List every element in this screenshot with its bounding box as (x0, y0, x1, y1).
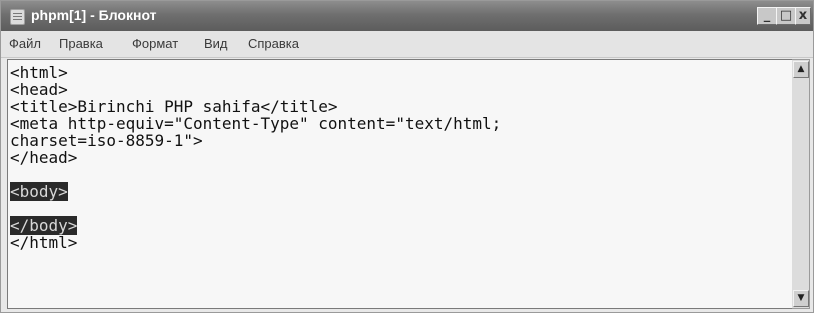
notepad-icon (10, 9, 25, 25)
code-line-empty (10, 200, 501, 217)
code-line: <head> (10, 80, 68, 99)
window-title: phpm[1] - Блокнот (31, 7, 157, 23)
code-line-empty (10, 166, 501, 183)
menu-format[interactable]: Формат (132, 36, 178, 51)
code-line: <title>Birinchi PHP sahifa</title> (10, 97, 338, 116)
menu-help[interactable]: Справка (248, 36, 299, 51)
code-line: <html> (10, 63, 68, 82)
minimize-button[interactable]: _ (757, 7, 777, 25)
arrow-down-icon[interactable]: ▼ (793, 290, 809, 307)
code-line-body-open: <body> (10, 182, 501, 201)
notepad-window: phpm[1] - Блокнот _ □ x Файл Правка Форм… (0, 0, 814, 313)
text-editor-area[interactable]: <html> <head> <title>Birinchi PHP sahifa</… (7, 59, 793, 309)
title-bar[interactable]: phpm[1] - Блокнот _ □ x (1, 1, 813, 31)
code-line-body-close: </body> (10, 216, 501, 235)
menu-bar: Файл Правка Формат Вид Справка (1, 31, 813, 58)
menu-edit[interactable]: Правка (59, 36, 103, 51)
code-line: <meta http-equiv="Content-Type" content=… (10, 114, 502, 133)
code-text[interactable]: <html> <head> <title>Birinchi PHP sahifa</… (10, 64, 501, 251)
code-line: </html> (10, 233, 78, 252)
close-button[interactable]: x (795, 7, 811, 25)
code-line: charset=iso-8859-1"> (10, 131, 203, 150)
code-line: </head> (10, 148, 78, 167)
maximize-button[interactable]: □ (776, 7, 796, 25)
arrow-up-icon[interactable]: ▲ (793, 61, 809, 78)
menu-view[interactable]: Вид (204, 36, 228, 51)
menu-file[interactable]: Файл (9, 36, 41, 51)
selected-text: <body> (10, 182, 68, 201)
vertical-scrollbar[interactable]: ▲ ▼ (792, 59, 810, 309)
